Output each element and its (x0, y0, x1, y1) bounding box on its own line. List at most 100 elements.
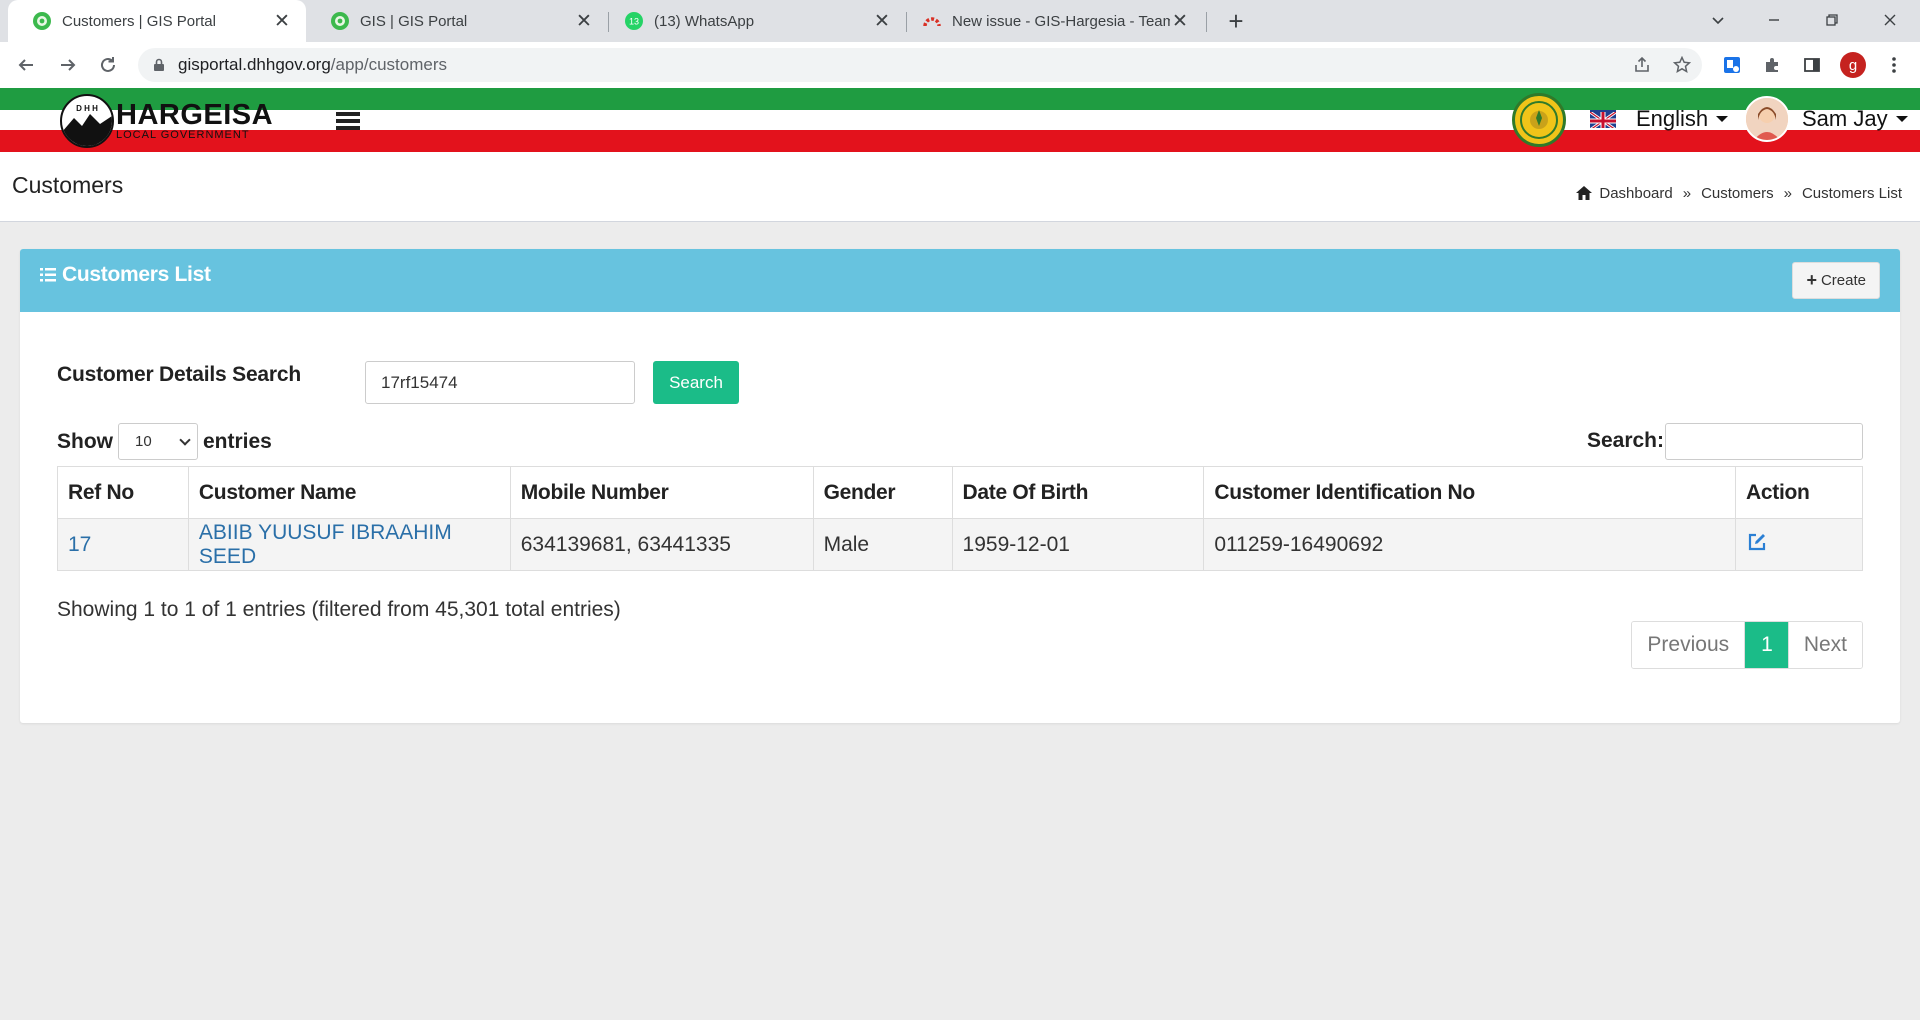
page-title: Customers (12, 172, 124, 198)
column-header-mobile-number[interactable]: Mobile Number (509, 466, 814, 519)
browser-toolbar: gisportal.dhhgov.org/app/customers g (0, 42, 1920, 88)
extension-badge-icon[interactable] (1718, 51, 1746, 79)
customer-search-input[interactable] (365, 361, 635, 404)
table-header-row: Ref No Customer Name Mobile Number Gende… (57, 466, 1863, 519)
new-tab-button[interactable]: + (1222, 6, 1250, 36)
column-header-ref-no[interactable]: Ref No (57, 466, 189, 519)
customer-search-label: Customer Details Search (57, 363, 301, 386)
app-header: D H H HARGEISA LOCAL GOVERNMENT English … (0, 88, 1920, 152)
breadcrumb-customers-list: Customers List (1801, 184, 1902, 202)
customer-name-link[interactable]: ABIIB YUUSUF IBRAAHIM SEED (199, 521, 452, 568)
home-icon (1576, 186, 1593, 200)
breadcrumb-separator: » (1783, 184, 1792, 202)
cell-action (1735, 518, 1863, 571)
column-header-date-of-birth[interactable]: Date Of Birth (951, 466, 1205, 519)
table-filter-input[interactable] (1665, 423, 1863, 460)
tab-divider (1206, 12, 1207, 32)
tab-search-icon[interactable] (1694, 0, 1742, 40)
breadcrumb-separator: » (1682, 184, 1692, 202)
forward-arrow-icon[interactable] (52, 49, 84, 81)
url-host: gisportal.dhhgov.org (178, 55, 331, 74)
column-header-customer-name[interactable]: Customer Name (187, 466, 511, 519)
cell-customer-id: 011259-16490692 (1203, 518, 1736, 571)
gitlab-arc-icon (922, 11, 942, 31)
tab-customers[interactable]: Customers | GIS Portal ✕ (8, 0, 306, 42)
close-tab-icon[interactable]: ✕ (272, 11, 292, 32)
current-page-button[interactable]: 1 (1745, 622, 1788, 668)
cell-date-of-birth: 1959-12-01 (951, 518, 1205, 571)
logo-initials: D H H (76, 104, 98, 113)
cell-gender: Male (812, 518, 953, 571)
customers-table: Ref No Customer Name Mobile Number Gende… (57, 466, 1863, 571)
language-label: English (1636, 106, 1709, 131)
tab-new-issue[interactable]: New issue - GIS-Hargesia - Team ✕ (898, 0, 1204, 42)
card-header: Customers List + Create (20, 249, 1900, 312)
search-button[interactable]: Search (653, 361, 739, 404)
hamburger-menu-icon[interactable] (336, 112, 360, 130)
cell-customer-name: ABIIB YUUSUF IBRAAHIM SEED (187, 518, 511, 571)
flag-stripe-red (0, 130, 1920, 152)
create-label: Create (1820, 272, 1866, 289)
puzzle-extensions-icon[interactable] (1758, 51, 1786, 79)
caret-down-icon (1716, 116, 1729, 122)
caret-down-icon (1895, 116, 1908, 122)
close-tab-icon[interactable]: ✕ (1170, 11, 1190, 32)
ref-no-link[interactable]: 17 (68, 533, 91, 556)
breadcrumb-customers[interactable]: Customers (1701, 185, 1774, 202)
profile-avatar[interactable]: g (1840, 52, 1866, 78)
chevron-down-icon (179, 434, 191, 446)
whatsapp-icon: 13 (624, 11, 644, 31)
kebab-menu-icon[interactable] (1880, 51, 1908, 79)
url-text: gisportal.dhhgov.org/app/customers (178, 55, 447, 75)
side-panel-icon[interactable] (1798, 51, 1826, 79)
tab-title: Customers | GIS Portal (62, 12, 216, 30)
customers-list-card: Customers List + Create Customer Details… (20, 249, 1900, 723)
next-page-button[interactable]: Next (1787, 622, 1862, 668)
page-title-bar: Customers Dashboard » Customers » Custom… (0, 152, 1920, 222)
browser-tab-strip: Customers | GIS Portal ✕ GIS | GIS Porta… (0, 0, 1920, 42)
logo-title: HARGEISA (116, 99, 274, 131)
gis-portal-favicon-icon (32, 11, 52, 31)
back-arrow-icon[interactable] (10, 49, 42, 81)
breadcrumb: Dashboard » Customers » Customers List (1575, 184, 1902, 202)
card-title: Customers List (40, 263, 211, 287)
close-window-icon[interactable] (1866, 0, 1914, 40)
hargeisa-logo[interactable]: D H H HARGEISA LOCAL GOVERNMENT (60, 94, 273, 148)
address-bar[interactable]: gisportal.dhhgov.org/app/customers (138, 48, 1702, 82)
tab-title: GIS | GIS Portal (360, 12, 468, 30)
plus-icon: + (1806, 270, 1817, 290)
lock-icon (154, 58, 164, 71)
reload-icon[interactable] (92, 49, 124, 81)
previous-page-button[interactable]: Previous (1632, 622, 1746, 668)
column-header-action: Action (1735, 466, 1863, 519)
page-length-select[interactable]: 10 (118, 423, 198, 460)
page-length-value: 10 (135, 433, 152, 450)
close-tab-icon[interactable]: ✕ (872, 11, 892, 32)
create-button[interactable]: + Create (1792, 262, 1880, 299)
page-length-control: Show 10 entries (57, 423, 272, 460)
bookmark-star-icon[interactable] (1668, 51, 1696, 79)
uk-flag-icon (1590, 110, 1616, 128)
table-filter-label: Search: (1586, 429, 1664, 452)
minimize-icon[interactable] (1750, 0, 1798, 40)
user-menu[interactable]: Sam Jay (1744, 96, 1908, 142)
table-row: 17 ABIIB YUUSUF IBRAAHIM SEED 634139681,… (57, 518, 1863, 571)
column-header-gender[interactable]: Gender (812, 466, 953, 519)
card-title-text: Customers List (62, 263, 211, 286)
close-tab-icon[interactable]: ✕ (574, 11, 594, 32)
column-header-customer-id[interactable]: Customer Identification No (1203, 466, 1736, 519)
user-avatar (1744, 96, 1790, 142)
restore-icon[interactable] (1808, 0, 1856, 40)
user-name: Sam Jay (1802, 106, 1888, 131)
language-dropdown[interactable]: English (1590, 106, 1729, 132)
pagination: Previous 1 Next (1631, 621, 1863, 669)
show-label: Show (57, 429, 113, 453)
tab-whatsapp[interactable]: 13 (13) WhatsApp ✕ (600, 0, 906, 42)
entries-label: entries (203, 429, 272, 453)
edit-icon[interactable] (1746, 531, 1768, 553)
breadcrumb-dashboard[interactable]: Dashboard (1599, 185, 1672, 202)
dhh-emblem-icon: D H H (60, 94, 114, 148)
tab-gis-portal[interactable]: GIS | GIS Portal ✕ (306, 0, 608, 42)
share-icon[interactable] (1628, 51, 1656, 79)
whatsapp-badge: 13 (629, 17, 639, 27)
